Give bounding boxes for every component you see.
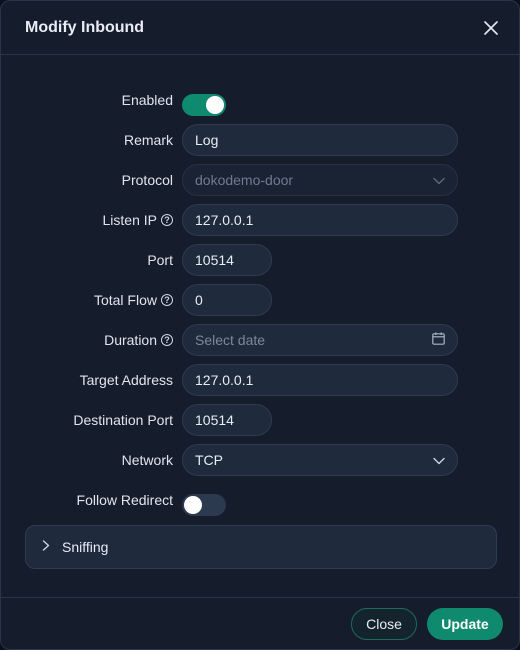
close-button[interactable]: Close bbox=[351, 607, 417, 640]
target-address-row: Target Address 127.0.0.1 bbox=[1, 364, 519, 396]
toggle-knob bbox=[184, 496, 202, 514]
remark-value: Log bbox=[195, 132, 219, 148]
chevron-down-icon bbox=[433, 452, 445, 468]
listen-ip-row: Listen IP ? 127.0.0.1 bbox=[1, 204, 519, 236]
listen-ip-input[interactable]: 127.0.0.1 bbox=[182, 204, 458, 236]
follow-redirect-row: Follow Redirect bbox=[1, 484, 519, 516]
enabled-row: Enabled bbox=[1, 84, 519, 116]
enabled-toggle[interactable] bbox=[182, 94, 226, 116]
enabled-label: Enabled bbox=[121, 92, 173, 108]
help-icon[interactable]: ? bbox=[161, 334, 173, 346]
port-input[interactable]: 10514 bbox=[182, 244, 272, 276]
network-select[interactable]: TCP bbox=[182, 444, 458, 476]
listen-ip-value: 127.0.0.1 bbox=[195, 212, 254, 228]
duration-label: Duration ? bbox=[104, 332, 173, 348]
update-button[interactable]: Update bbox=[427, 607, 503, 640]
help-icon[interactable]: ? bbox=[161, 214, 173, 226]
total-flow-label: Total Flow ? bbox=[94, 292, 173, 308]
port-value: 10514 bbox=[195, 252, 234, 268]
modal-title: Modify Inbound bbox=[25, 18, 145, 36]
destination-port-value: 10514 bbox=[195, 412, 234, 428]
target-address-value: 127.0.0.1 bbox=[195, 372, 254, 388]
destination-port-label: Destination Port bbox=[73, 412, 173, 428]
duration-row: Duration ? Select date bbox=[1, 324, 519, 356]
modify-inbound-modal: Modify Inbound Enabled Remark Log Protoc… bbox=[0, 0, 520, 650]
modal-footer: Close Update bbox=[1, 597, 519, 649]
network-label: Network bbox=[121, 452, 173, 468]
sniffing-label: Sniffing bbox=[62, 539, 109, 555]
total-flow-row: Total Flow ? 0 bbox=[1, 284, 519, 316]
calendar-icon bbox=[432, 332, 445, 348]
duration-placeholder: Select date bbox=[195, 332, 266, 348]
follow-redirect-toggle[interactable] bbox=[182, 494, 226, 516]
port-row: Port 10514 bbox=[1, 244, 519, 276]
protocol-row: Protocol dokodemo-door bbox=[1, 164, 519, 196]
close-icon[interactable] bbox=[483, 20, 499, 36]
protocol-label: Protocol bbox=[121, 172, 173, 188]
follow-redirect-label: Follow Redirect bbox=[76, 492, 173, 508]
toggle-knob bbox=[206, 96, 224, 114]
target-address-input[interactable]: 127.0.0.1 bbox=[182, 364, 458, 396]
destination-port-input[interactable]: 10514 bbox=[182, 404, 272, 436]
duration-date-picker[interactable]: Select date bbox=[182, 324, 458, 356]
remark-row: Remark Log bbox=[1, 124, 519, 156]
total-flow-value: 0 bbox=[195, 292, 203, 308]
modal-body: Enabled Remark Log Protocol dokodemo-doo… bbox=[1, 55, 519, 597]
listen-ip-label: Listen IP ? bbox=[103, 212, 173, 228]
protocol-select[interactable]: dokodemo-door bbox=[182, 164, 458, 196]
modal-header: Modify Inbound bbox=[1, 1, 519, 55]
target-address-label: Target Address bbox=[79, 372, 173, 388]
protocol-value: dokodemo-door bbox=[195, 172, 294, 188]
network-row: Network TCP bbox=[1, 444, 519, 476]
sniffing-collapse-header[interactable]: Sniffing bbox=[25, 525, 497, 569]
help-icon[interactable]: ? bbox=[161, 294, 173, 306]
chevron-right-icon bbox=[42, 538, 50, 556]
port-label: Port bbox=[147, 252, 173, 268]
network-value: TCP bbox=[195, 452, 223, 468]
remark-input[interactable]: Log bbox=[182, 124, 458, 156]
destination-port-row: Destination Port 10514 bbox=[1, 404, 519, 436]
total-flow-input[interactable]: 0 bbox=[182, 284, 272, 316]
chevron-down-icon bbox=[433, 172, 445, 188]
remark-label: Remark bbox=[123, 132, 173, 148]
